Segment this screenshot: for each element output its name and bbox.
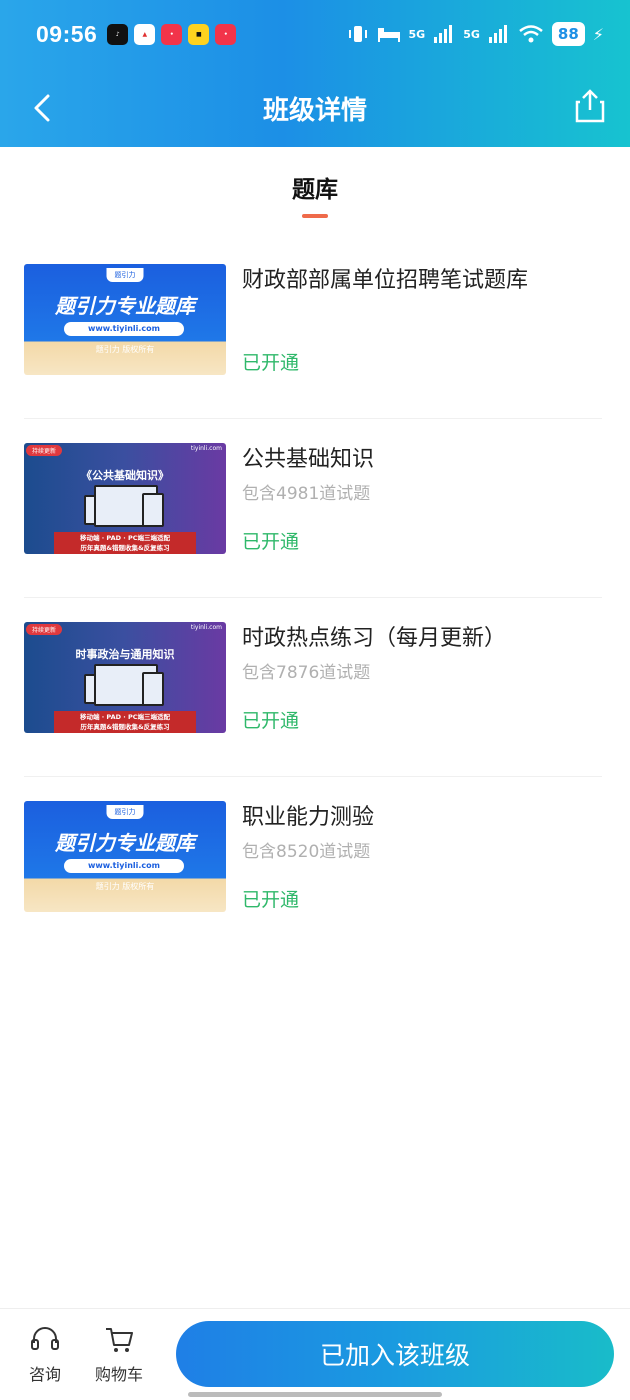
chevron-left-icon[interactable] xyxy=(28,92,60,124)
header: 09:56 ♪ ▲ • ■ • 5G 5G 88 ⚡ 班级详情 xyxy=(0,0,630,147)
list-item[interactable]: 题引力 题引力专业题库 www.tiyinli.com 题引力 版权所有 财政部… xyxy=(24,240,602,419)
cart-icon xyxy=(106,1328,133,1352)
item-status: 已开通 xyxy=(242,352,300,374)
item-title: 公共基础知识 xyxy=(242,447,375,472)
wifi-icon xyxy=(519,25,543,43)
bottom-bar: 咨询 购物车 已加入该班级 xyxy=(0,1308,630,1400)
signal-label-1: 5G xyxy=(408,27,426,41)
thumb-logo: 题引力 xyxy=(106,268,144,282)
question-bank-list: 题引力 题引力专业题库 www.tiyinli.com 题引力 版权所有 财政部… xyxy=(24,240,602,956)
thumb-brand: tiyinli.com xyxy=(190,445,222,452)
thumb-banner-line-2: 历年真题&错题收集&反复练习 xyxy=(80,544,170,552)
thumb-banner: 移动端 · PAD · PC端三端适配 历年真题&错题收集&反复练习 xyxy=(54,711,196,733)
list-item[interactable]: 持续更新 tiyinli.com 《公共基础知识》 移动端 · PAD · PC… xyxy=(24,419,602,598)
status-app-icons: ♪ ▲ • ■ • xyxy=(107,23,237,45)
thumb-banner-line-1: 移动端 · PAD · PC端三端适配 xyxy=(79,534,171,542)
thumb-banner-line-1: 移动端 · PAD · PC端三端适配 xyxy=(79,713,171,721)
consult-button[interactable]: 咨询 xyxy=(20,1325,70,1385)
joined-class-button[interactable]: 已加入该班级 xyxy=(176,1321,614,1387)
consult-label: 咨询 xyxy=(28,1365,61,1384)
thumb-banner: 移动端 · PAD · PC端三端适配 历年真题&错题收集&反复练习 xyxy=(54,532,196,554)
share-icon[interactable] xyxy=(574,88,606,124)
thumb-rights: 题引力 版权所有 xyxy=(95,345,155,354)
item-count: 包含8520道试题 xyxy=(242,842,371,862)
tiktok-icon: ♪ xyxy=(107,23,129,45)
signal-icon-2 xyxy=(488,25,507,43)
thumb-rights: 题引力 版权所有 xyxy=(95,882,155,891)
status-bar: 09:56 ♪ ▲ • ■ • 5G 5G 88 ⚡ xyxy=(36,16,604,52)
item-count: 包含4981道试题 xyxy=(242,484,371,504)
thumb-banner-line-2: 历年真题&错题收集&反复练习 xyxy=(80,723,170,731)
item-info: 财政部部属单位招聘笔试题库 已开通 xyxy=(242,264,602,375)
thumb-tag: 持续更新 xyxy=(26,445,63,456)
item-status: 已开通 xyxy=(242,710,300,732)
list-item[interactable]: 题引力 题引力专业题库 www.tiyinli.com 题引力 版权所有 职业能… xyxy=(24,777,602,956)
course-thumbnail: 题引力 题引力专业题库 www.tiyinli.com 题引力 版权所有 xyxy=(24,801,226,912)
course-thumbnail: 持续更新 tiyinli.com 时事政治与通用知识 移动端 · PAD · P… xyxy=(24,622,226,733)
thumb-subtitle: 时事政治与通用知识 xyxy=(75,648,175,661)
item-count: 包含7876道试题 xyxy=(242,663,371,683)
course-thumbnail: 持续更新 tiyinli.com 《公共基础知识》 移动端 · PAD · PC… xyxy=(24,443,226,554)
course-thumbnail: 题引力 题引力专业题库 www.tiyinli.com 题引力 版权所有 xyxy=(24,264,226,375)
signal-label-2: 5G xyxy=(463,27,480,41)
item-title: 职业能力测验 xyxy=(242,805,375,830)
task-app-icon: • xyxy=(161,23,183,45)
item-title: 时政热点练习（每月更新） xyxy=(242,626,507,651)
nav-bar: 班级详情 xyxy=(0,80,630,136)
tab-label: 题库 xyxy=(292,177,338,203)
home-indicator xyxy=(188,1392,442,1397)
phone-icon xyxy=(142,672,164,706)
item-title: 财政部部属单位招聘笔试题库 xyxy=(242,268,529,293)
charging-icon: ⚡ xyxy=(592,24,604,44)
bank-app-icon: ▲ xyxy=(134,23,156,45)
list-item[interactable]: 持续更新 tiyinli.com 时事政治与通用知识 移动端 · PAD · P… xyxy=(24,598,602,777)
thumb-headline: 题引力专业题库 xyxy=(55,294,195,318)
status-indicators: 5G 5G 88 ⚡ xyxy=(347,22,604,46)
item-info: 时政热点练习（每月更新） 包含7876道试题 已开通 xyxy=(242,622,602,733)
thumb-tag: 持续更新 xyxy=(26,624,63,635)
thumb-subtitle: 《公共基础知识》 xyxy=(81,469,169,482)
thumb-logo: 题引力 xyxy=(106,805,144,819)
mall-app-icon: ■ xyxy=(188,23,210,45)
tab-question-bank[interactable]: 题库 xyxy=(0,170,630,218)
item-status: 已开通 xyxy=(242,889,300,911)
thumb-brand: tiyinli.com xyxy=(190,624,222,631)
item-status: 已开通 xyxy=(242,531,300,553)
tab-active-indicator xyxy=(302,214,328,218)
item-info: 公共基础知识 包含4981道试题 已开通 xyxy=(242,443,602,554)
thumb-headline: 题引力专业题库 xyxy=(55,831,195,855)
signal-icon xyxy=(434,25,453,43)
headset-icon xyxy=(31,1327,59,1350)
status-time: 09:56 xyxy=(36,20,98,47)
item-info: 职业能力测验 包含8520道试题 已开通 xyxy=(242,801,602,912)
phone-icon xyxy=(142,493,164,527)
cart-button[interactable]: 购物车 xyxy=(94,1325,144,1385)
bed-icon xyxy=(377,28,400,42)
battery-indicator: 88 xyxy=(551,22,585,46)
thumb-url: www.tiyinli.com xyxy=(64,859,184,873)
thumb-url: www.tiyinli.com xyxy=(64,322,184,336)
task-app-icon-2: • xyxy=(215,23,237,45)
vibrate-icon xyxy=(348,26,367,42)
cart-label: 购物车 xyxy=(94,1365,143,1384)
page-title: 班级详情 xyxy=(262,95,367,126)
